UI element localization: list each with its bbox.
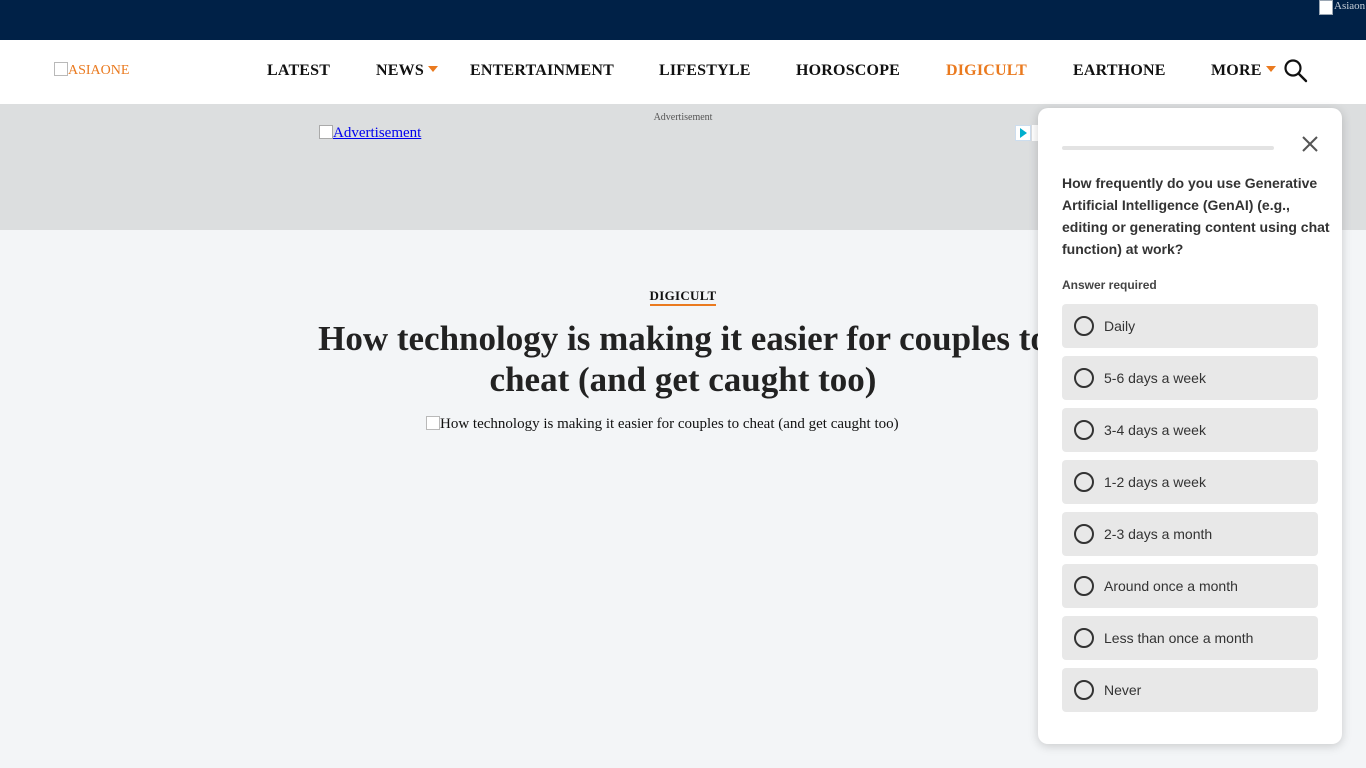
radio-button[interactable] — [1074, 316, 1094, 336]
radio-button[interactable] — [1074, 472, 1094, 492]
adchoices-icon[interactable] — [1015, 125, 1031, 141]
article-title: How technology is making it easier for c… — [318, 319, 1048, 399]
top-bar-image-alt: Asiaon — [1334, 0, 1366, 12]
survey-option-less-than-monthly[interactable]: Less than once a month — [1062, 616, 1318, 660]
option-label: Less than once a month — [1104, 630, 1254, 646]
site-logo[interactable]: ASIAONE — [54, 62, 129, 79]
option-label: 3-4 days a week — [1104, 422, 1206, 438]
nav-item-latest[interactable]: LATEST — [267, 62, 330, 80]
site-header: ASIAONE LATEST NEWS ENTERTAINMENT LIFEST… — [0, 40, 1366, 104]
nav-item-horoscope[interactable]: HOROSCOPE — [796, 62, 900, 80]
radio-button[interactable] — [1074, 680, 1094, 700]
article-hero-image: How technology is making it easier for c… — [426, 416, 941, 436]
nav-item-entertainment[interactable]: ENTERTAINMENT — [470, 62, 614, 80]
broken-image-icon — [54, 62, 68, 76]
logo-alt-text: ASIAONE — [68, 63, 130, 78]
broken-image-icon — [426, 416, 440, 430]
survey-option-2-3-days-month[interactable]: 2-3 days a month — [1062, 512, 1318, 556]
radio-button[interactable] — [1074, 576, 1094, 596]
option-label: 1-2 days a week — [1104, 474, 1206, 490]
broken-image-icon — [1319, 0, 1333, 15]
option-label: 2-3 days a month — [1104, 526, 1213, 542]
nav-label: NEWS — [376, 62, 424, 79]
survey-popup: How frequently do you use Generative Art… — [1038, 108, 1342, 744]
nav-item-lifestyle[interactable]: LIFESTYLE — [659, 62, 751, 80]
survey-option-never[interactable]: Never — [1062, 668, 1318, 712]
survey-close-button[interactable] — [1300, 134, 1320, 154]
nav-label: MORE — [1211, 62, 1262, 79]
search-icon — [1284, 59, 1308, 83]
radio-button[interactable] — [1074, 628, 1094, 648]
nav-label: LATEST — [267, 62, 331, 79]
category-link[interactable]: DIGICULT — [649, 288, 717, 306]
hero-image-alt: How technology is making it easier for c… — [440, 416, 899, 432]
top-bar: Asiaon — [0, 0, 1366, 40]
radio-button[interactable] — [1074, 420, 1094, 440]
broken-image-icon — [319, 125, 333, 139]
search-button[interactable] — [1283, 58, 1309, 84]
nav-item-more[interactable]: MORE — [1211, 62, 1276, 80]
ad-link[interactable]: Advertisement — [319, 125, 421, 142]
chevron-down-icon — [427, 66, 438, 72]
survey-progress-bar — [1062, 146, 1274, 150]
nav-label: DIGICULT — [946, 62, 1028, 79]
nav-label: HOROSCOPE — [796, 62, 901, 79]
survey-option-once-a-month[interactable]: Around once a month — [1062, 564, 1318, 608]
chevron-down-icon — [1265, 66, 1276, 72]
survey-option-3-4-days-week[interactable]: 3-4 days a week — [1062, 408, 1318, 452]
ad-link-alt: Advertisement — [333, 125, 422, 141]
survey-option-1-2-days-week[interactable]: 1-2 days a week — [1062, 460, 1318, 504]
nav-label: LIFESTYLE — [659, 62, 751, 79]
nav-label: ENTERTAINMENT — [470, 62, 614, 79]
answer-required-note: Answer required — [1062, 278, 1157, 292]
top-bar-image: Asiaon — [1319, 0, 1366, 18]
survey-question: How frequently do you use Generative Art… — [1062, 175, 1330, 257]
nav-item-news[interactable]: NEWS — [376, 62, 438, 80]
survey-option-5-6-days-week[interactable]: 5-6 days a week — [1062, 356, 1318, 400]
nav-item-digicult[interactable]: DIGICULT — [946, 62, 1027, 80]
radio-button[interactable] — [1074, 368, 1094, 388]
option-label: 5-6 days a week — [1104, 370, 1206, 386]
option-label: Daily — [1104, 318, 1136, 334]
radio-button[interactable] — [1074, 524, 1094, 544]
survey-option-daily[interactable]: Daily — [1062, 304, 1318, 348]
option-label: Never — [1104, 682, 1142, 698]
nav-item-earthone[interactable]: EARTHONE — [1073, 62, 1166, 80]
nav-label: EARTHONE — [1073, 62, 1166, 79]
close-icon — [1302, 136, 1318, 152]
option-label: Around once a month — [1104, 578, 1238, 594]
survey-options: Daily 5-6 days a week 3-4 days a week 1-… — [1062, 304, 1318, 720]
